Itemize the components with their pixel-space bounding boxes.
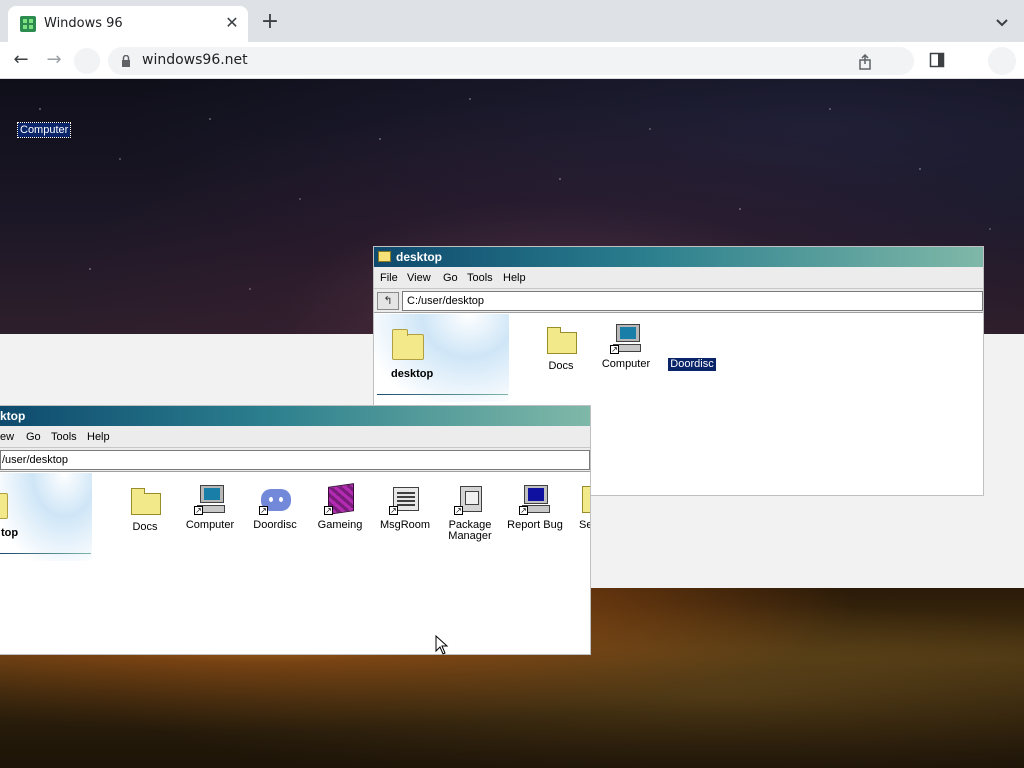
file-icon-report-bug[interactable]: ↗ Report Bug	[500, 483, 570, 533]
menu-help[interactable]: Help	[503, 272, 526, 284]
browser-toolbar: ← → windows96.net	[0, 42, 1024, 79]
windows96-favicon-icon	[20, 16, 36, 32]
shortcut-arrow-icon: ↗	[194, 506, 203, 515]
file-label: Package Manager	[448, 519, 492, 542]
window-titlebar[interactable]: desktop	[374, 247, 983, 267]
window-title: desktop	[396, 250, 443, 264]
lock-icon	[122, 55, 130, 67]
back-arrow-icon[interactable]: ←	[9, 49, 33, 71]
address-bar[interactable]: windows96.net	[108, 47, 914, 75]
shortcut-arrow-icon: ↗	[454, 506, 463, 515]
menu-file[interactable]: File	[380, 272, 398, 284]
file-label: Computer	[601, 358, 651, 370]
file-label-selected: Doordisc	[667, 357, 717, 372]
file-label: Doordisc	[253, 519, 297, 531]
menu-view[interactable]: ew	[0, 431, 14, 443]
computer-icon	[616, 324, 640, 342]
window-titlebar[interactable]: ktop	[0, 406, 590, 426]
shortcut-arrow-icon: ↗	[610, 345, 619, 354]
menu-go[interactable]: Go	[443, 272, 458, 284]
windows96-page: Computer desktop File View Go Tools Help…	[0, 79, 1024, 768]
reload-button[interactable]	[74, 48, 100, 74]
file-icon-computer[interactable]: ↗ Computer	[175, 483, 245, 533]
file-icon-gameing[interactable]: ↗ Gameing	[305, 483, 375, 533]
file-icon-docs[interactable]: Docs	[110, 485, 180, 535]
menu-tools[interactable]: Tools	[467, 272, 493, 284]
forward-arrow-icon[interactable]: →	[42, 49, 66, 71]
file-label: Docs	[548, 360, 574, 372]
package-icon	[460, 486, 482, 512]
close-tab-icon[interactable]: ✕	[224, 13, 240, 33]
folder-side-panel: desktop	[374, 314, 509, 402]
path-text: /user/desktop	[2, 454, 69, 466]
wallpaper-hills	[0, 648, 1024, 768]
folder-icon	[131, 488, 161, 515]
tab-title: Windows 96	[44, 16, 123, 31]
menu-bar: ew Go Tools Help	[0, 426, 590, 448]
up-folder-button[interactable]: ↰	[377, 292, 399, 310]
share-icon[interactable]	[857, 54, 873, 70]
shortcut-arrow-icon: ↗	[324, 506, 333, 515]
computer-icon	[200, 485, 224, 503]
folder-icon	[0, 493, 8, 519]
path-text: C:/user/desktop	[407, 295, 485, 307]
folder-icon	[378, 251, 391, 262]
shortcut-arrow-icon: ↗	[389, 506, 398, 515]
file-label: Report Bug	[507, 519, 563, 531]
folder-side-panel: top	[0, 473, 92, 561]
menu-help[interactable]: Help	[87, 431, 110, 443]
folder-content: top Docs ↗ Computer ↗ Doordisc ↗ Gameing…	[0, 473, 590, 654]
path-field[interactable]: C:/user/desktop	[402, 291, 983, 311]
folder-icon	[547, 327, 577, 354]
side-panel-icon[interactable]	[929, 52, 945, 68]
menu-view[interactable]: View	[407, 272, 431, 284]
browser-tab[interactable]: Windows 96 ✕	[8, 6, 248, 42]
side-panel-title: desktop	[391, 368, 434, 380]
new-tab-button[interactable]: +	[258, 10, 282, 34]
file-label: Docs	[132, 521, 158, 533]
window-title: ktop	[0, 409, 26, 423]
menu-tools[interactable]: Tools	[51, 431, 77, 443]
file-label: Gameing	[317, 519, 363, 531]
file-label: MsgRoom	[379, 519, 431, 531]
tab-search-chevron-icon[interactable]	[992, 12, 1012, 32]
side-panel-title: top	[1, 527, 19, 539]
folder-icon	[392, 329, 424, 360]
url-text: windows96.net	[142, 52, 248, 68]
file-icon-computer[interactable]: ↗ Computer	[591, 322, 661, 372]
desktop-icon-computer-label[interactable]: Computer	[16, 122, 72, 138]
file-icon-doordisc[interactable]: ↗ Doordisc	[240, 483, 310, 533]
settings-icon	[582, 486, 590, 513]
address-toolbar: /user/desktop	[0, 448, 590, 472]
explorer-window-front[interactable]: ktop ew Go Tools Help /user/desktop top …	[0, 405, 591, 655]
file-icon-msgroom[interactable]: ↗ MsgRoom	[370, 483, 440, 533]
address-toolbar: ↰ C:/user/desktop	[374, 289, 983, 313]
menu-go[interactable]: Go	[26, 431, 41, 443]
path-field[interactable]: /user/desktop	[0, 450, 590, 470]
file-label: Computer	[185, 519, 235, 531]
menu-bar: File View Go Tools Help	[374, 267, 983, 289]
file-icon-docs[interactable]: Docs	[526, 324, 596, 374]
side-panel-divider	[377, 394, 508, 395]
file-icon-package-manager[interactable]: ↗ Package Manager	[435, 483, 505, 544]
file-icon-settings[interactable]: Se	[565, 483, 590, 533]
shortcut-arrow-icon: ↗	[259, 506, 268, 515]
shortcut-arrow-icon: ↗	[519, 506, 528, 515]
mouse-cursor-icon	[435, 635, 449, 655]
profile-button[interactable]	[988, 47, 1016, 75]
file-icon-doordisc[interactable]: Doordisc	[657, 322, 727, 372]
side-panel-divider	[0, 553, 91, 554]
file-label: Se	[579, 519, 590, 531]
bug-report-icon	[524, 485, 548, 504]
tab-strip: Windows 96 ✕ +	[0, 0, 1024, 42]
